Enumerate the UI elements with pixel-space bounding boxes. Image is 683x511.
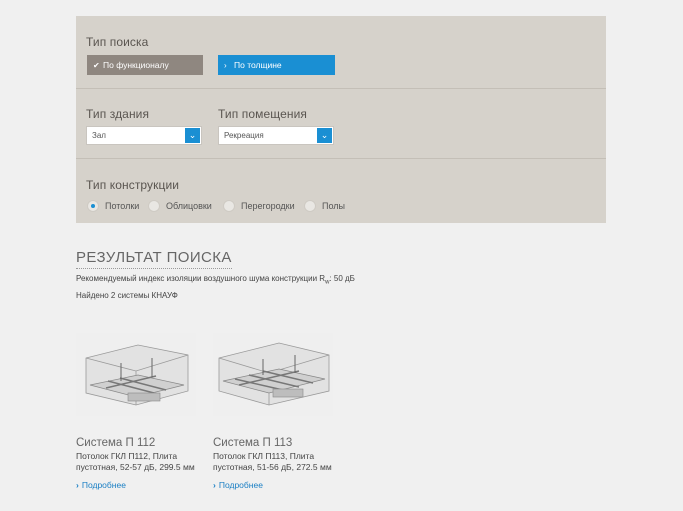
radio-label: Перегородки	[241, 201, 295, 211]
radio-linings[interactable]: Облицовки	[148, 199, 212, 213]
radio-partitions[interactable]: Перегородки	[223, 199, 295, 213]
by-thickness-label: По толщине	[234, 60, 282, 70]
radio-icon	[223, 199, 235, 212]
recommended-index: Рекомендуемый индекс изоляции воздушного…	[76, 274, 355, 286]
search-type-section: Тип поиска ✔ По функционалу › По толщине	[76, 16, 606, 89]
page: Тип поиска ✔ По функционалу › По толщине Т…	[0, 0, 683, 511]
details-link[interactable]: › Подробнее	[213, 480, 333, 490]
by-thickness-button[interactable]: › По толщине	[218, 55, 335, 75]
radio-floors[interactable]: Полы	[304, 199, 345, 213]
chevron-right-icon: ›	[76, 480, 79, 490]
room-type-select[interactable]: Рекреация ⌄	[218, 126, 334, 145]
check-icon: ✔	[93, 61, 100, 70]
radio-selected-icon	[87, 199, 99, 212]
recommended-suffix: : 50 дБ	[329, 274, 355, 283]
building-type-select[interactable]: Зал ⌄	[86, 126, 202, 145]
by-function-button[interactable]: ✔ По функционалу	[87, 55, 203, 75]
system-name: Система П 112	[76, 437, 156, 449]
system-card: Система П 112 Потолок ГКЛ П112, Плита пу…	[76, 333, 196, 490]
radio-label: Потолки	[105, 201, 140, 211]
system-card: Система П 113 Потолок ГКЛ П113, Плита пу…	[213, 333, 333, 490]
chevron-down-icon[interactable]: ⌄	[185, 128, 200, 143]
details-label: Подробнее	[218, 480, 263, 490]
radio-ceilings[interactable]: Потолки	[87, 199, 139, 213]
room-type-value: Рекреация	[224, 131, 264, 140]
radio-label: Облицовки	[166, 201, 212, 211]
building-type-title: Тип здания	[86, 107, 150, 121]
system-description: Потолок ГКЛ П112, Плита пустотная, 52-57…	[76, 451, 195, 472]
room-type-title: Тип помещения	[218, 107, 307, 121]
building-room-section: Тип здания Тип помещения Зал ⌄ Рекреация…	[76, 89, 606, 159]
system-description: Потолок ГКЛ П113, Плита пустотная, 51-56…	[213, 451, 332, 472]
by-function-label: По функционалу	[103, 60, 169, 70]
filter-panel: Тип поиска ✔ По функционалу › По толщине Т…	[76, 16, 606, 223]
chevron-right-icon: ›	[213, 480, 216, 490]
construction-type-section: Тип конструкции Потолки Облицовки Перего…	[76, 159, 606, 223]
result-title: РЕЗУЛЬТАТ ПОИСКА	[76, 249, 232, 269]
building-type-value: Зал	[92, 131, 106, 140]
radio-label: Полы	[322, 201, 345, 211]
system-image[interactable]	[213, 333, 333, 416]
system-name: Система П 113	[213, 437, 293, 449]
details-label: Подробнее	[81, 480, 126, 490]
details-link[interactable]: › Подробнее	[76, 480, 196, 490]
chevron-down-icon[interactable]: ⌄	[317, 128, 332, 143]
radio-icon	[148, 199, 160, 212]
found-count: Найдено 2 системы КНАУФ	[76, 291, 178, 300]
chevron-right-icon: ›	[224, 61, 227, 70]
construction-type-title: Тип конструкции	[86, 178, 180, 192]
search-type-title: Тип поиска	[86, 35, 149, 49]
recommended-prefix: Рекомендуемый индекс изоляции воздушного…	[76, 274, 326, 283]
system-image[interactable]	[76, 333, 196, 416]
radio-icon	[304, 199, 316, 212]
